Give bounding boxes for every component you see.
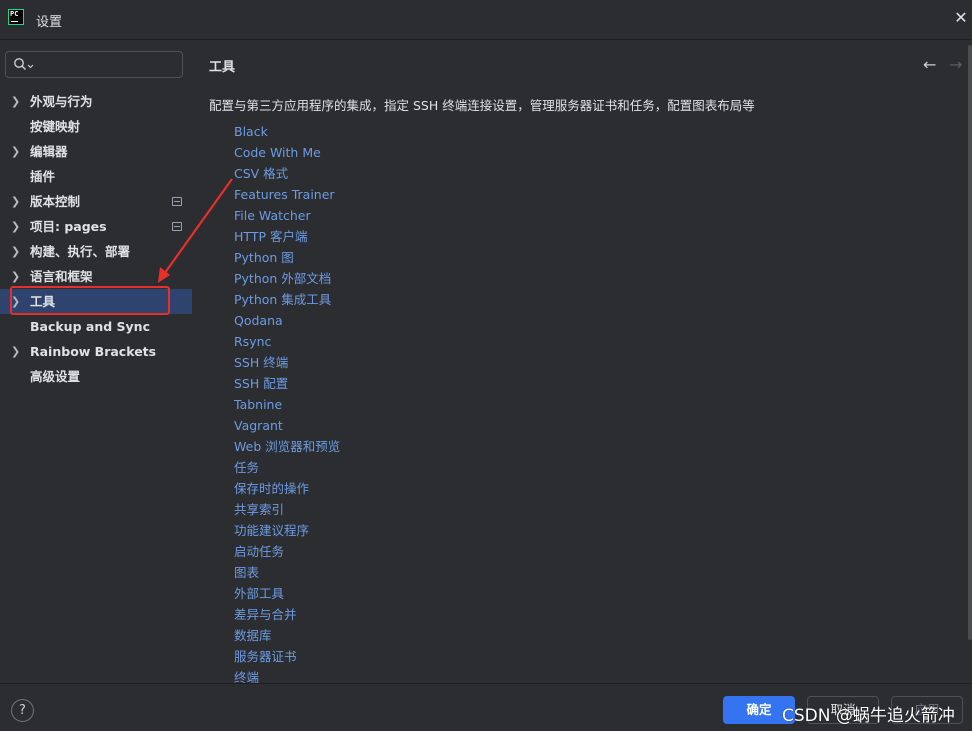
- tool-link[interactable]: Features Trainer: [234, 184, 340, 205]
- tool-link[interactable]: 启动任务: [234, 541, 340, 562]
- tool-link[interactable]: 任务: [234, 457, 340, 478]
- sidebar-item-label: 插件: [30, 169, 56, 184]
- search-input[interactable]: [5, 51, 183, 78]
- sidebar-item-editor[interactable]: ❯ 编辑器: [0, 139, 196, 164]
- tool-link[interactable]: SSH 终端: [234, 352, 340, 373]
- tool-link[interactable]: Python 图: [234, 247, 340, 268]
- tool-link[interactable]: Code With Me: [234, 142, 340, 163]
- sidebar-item-advanced[interactable]: 高级设置: [0, 364, 196, 389]
- sidebar-item-tools[interactable]: ❯ 工具: [0, 289, 192, 314]
- tool-link[interactable]: 外部工具: [234, 583, 340, 604]
- sidebar-item-project[interactable]: ❯ 项目: pages: [0, 214, 196, 239]
- sidebar-item-label: 按键映射: [30, 119, 81, 134]
- page-description: 配置与第三方应用程序的集成，指定 SSH 终端连接设置，管理服务器证书和任务，配…: [209, 98, 755, 113]
- sidebar-item-backup-sync[interactable]: Backup and Sync: [0, 314, 196, 339]
- page-title: 工具: [209, 60, 236, 75]
- chevron-right-icon[interactable]: ❯: [11, 239, 21, 264]
- project-scope-icon: [172, 222, 182, 231]
- sidebar-item-label: 编辑器: [30, 144, 68, 159]
- tool-link[interactable]: 功能建议程序: [234, 520, 340, 541]
- sidebar-item-rainbow-brackets[interactable]: ❯ Rainbow Brackets: [0, 339, 196, 364]
- tool-link[interactable]: File Watcher: [234, 205, 340, 226]
- sidebar-item-plugins[interactable]: 插件: [0, 164, 196, 189]
- tools-list: Black Code With Me CSV 格式 Features Trainer F…: [234, 121, 340, 688]
- tool-link[interactable]: Tabnine: [234, 394, 340, 415]
- chevron-right-icon[interactable]: ❯: [11, 89, 21, 114]
- tool-link[interactable]: Python 外部文档: [234, 268, 340, 289]
- sidebar-item-appearance[interactable]: ❯ 外观与行为: [0, 89, 196, 114]
- chevron-right-icon[interactable]: ❯: [11, 289, 21, 314]
- scrollbar[interactable]: [968, 45, 972, 640]
- chevron-right-icon[interactable]: ❯: [11, 339, 21, 364]
- tool-link[interactable]: Vagrant: [234, 415, 340, 436]
- dialog-footer: ? 确定 取消 应用 CSDN @蜗牛追火箭冲: [0, 683, 972, 731]
- chevron-right-icon[interactable]: ❯: [11, 189, 21, 214]
- chevron-right-icon[interactable]: ❯: [11, 139, 21, 164]
- sidebar-item-label: 工具: [30, 294, 56, 309]
- cancel-button[interactable]: 取消: [807, 696, 879, 724]
- sidebar-item-keymap[interactable]: 按键映射: [0, 114, 196, 139]
- sidebar-item-label: 版本控制: [30, 194, 81, 209]
- chevron-right-icon[interactable]: ❯: [11, 264, 21, 289]
- sidebar-item-label: 外观与行为: [30, 94, 93, 109]
- sidebar: ❯ 外观与行为 按键映射 ❯ 编辑器 插件 ❯ 版本控制 ❯ 项目: pages…: [0, 41, 196, 683]
- tool-link[interactable]: SSH 配置: [234, 373, 340, 394]
- tool-link[interactable]: Python 集成工具: [234, 289, 340, 310]
- tool-link[interactable]: 数据库: [234, 625, 340, 646]
- main-panel: 工具 ← → 配置与第三方应用程序的集成，指定 SSH 终端连接设置，管理服务器…: [196, 41, 972, 685]
- sidebar-item-label: 语言和框架: [30, 269, 93, 284]
- sidebar-item-label: 项目: pages: [30, 219, 107, 234]
- sidebar-item-label: Rainbow Brackets: [30, 344, 157, 359]
- app-icon: PC: [8, 9, 24, 25]
- window-title: 设置: [36, 15, 63, 30]
- project-scope-icon: [172, 197, 182, 206]
- tool-link[interactable]: Qodana: [234, 310, 340, 331]
- tool-link[interactable]: 差异与合并: [234, 604, 340, 625]
- sidebar-item-label: 构建、执行、部署: [30, 244, 131, 259]
- tool-link[interactable]: 共享索引: [234, 499, 340, 520]
- settings-nav: ❯ 外观与行为 按键映射 ❯ 编辑器 插件 ❯ 版本控制 ❯ 项目: pages…: [0, 89, 196, 389]
- sidebar-item-label: Backup and Sync: [30, 319, 150, 334]
- sidebar-item-version-control[interactable]: ❯ 版本控制: [0, 189, 196, 214]
- tool-link[interactable]: 图表: [234, 562, 340, 583]
- apply-button[interactable]: 应用: [891, 696, 963, 724]
- sidebar-item-build[interactable]: ❯ 构建、执行、部署: [0, 239, 196, 264]
- tool-link[interactable]: HTTP 客户端: [234, 226, 340, 247]
- help-icon[interactable]: ?: [11, 699, 34, 722]
- tool-link[interactable]: Web 浏览器和预览: [234, 436, 340, 457]
- chevron-right-icon[interactable]: ❯: [11, 214, 21, 239]
- tool-link[interactable]: 保存时的操作: [234, 478, 340, 499]
- tool-link[interactable]: Black: [234, 121, 340, 142]
- title-bar: PC 设置 ✕: [0, 0, 972, 40]
- close-icon[interactable]: ✕: [953, 10, 969, 26]
- back-arrow-icon[interactable]: ←: [923, 55, 936, 74]
- tool-link[interactable]: 服务器证书: [234, 646, 340, 667]
- sidebar-item-languages[interactable]: ❯ 语言和框架: [0, 264, 196, 289]
- ok-button[interactable]: 确定: [723, 696, 795, 724]
- forward-arrow-icon[interactable]: →: [949, 55, 962, 74]
- search-icon: [14, 58, 34, 70]
- tool-link[interactable]: CSV 格式: [234, 163, 340, 184]
- tool-link[interactable]: Rsync: [234, 331, 340, 352]
- sidebar-item-label: 高级设置: [30, 369, 81, 384]
